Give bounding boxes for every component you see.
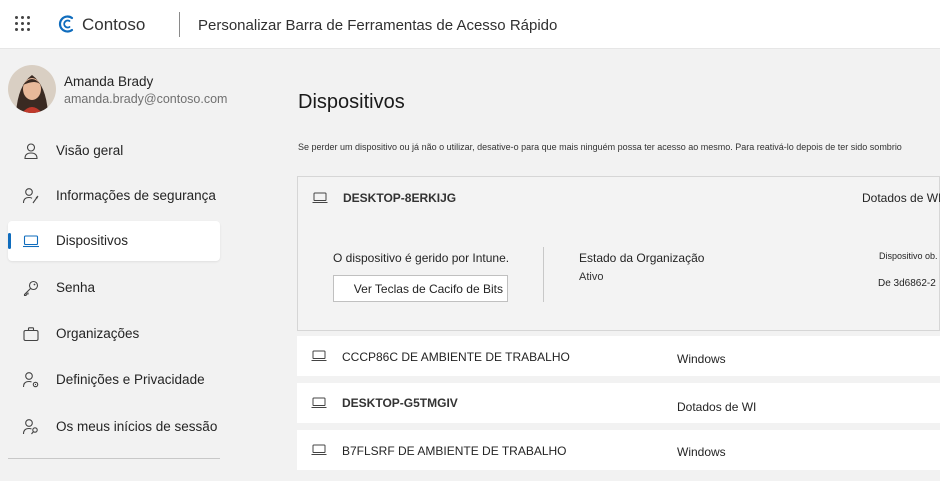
briefcase-icon — [23, 327, 39, 342]
sidebar-item-label: Senha — [56, 280, 96, 295]
person-settings-icon — [22, 372, 39, 388]
sidebar-item-label: Os meus inícios de sessão — [56, 419, 218, 434]
device-id-value: De 3d6862-2 — [878, 278, 936, 289]
device-card[interactable]: B7FLSRF DE AMBIENTE DE TRABALHO Windows — [297, 430, 940, 470]
device-card[interactable]: DESKTOP-G5TMGIV Dotados de WI — [297, 383, 940, 423]
app-launcher-icon[interactable] — [15, 16, 31, 32]
device-name: CCCP86C DE AMBIENTE DE TRABALHO — [342, 350, 570, 364]
key-icon — [23, 280, 39, 297]
device-name: B7FLSRF DE AMBIENTE DE TRABALHO — [342, 444, 567, 458]
sidebar-item-organizations[interactable]: Organizações — [8, 314, 220, 354]
contoso-logo-icon — [58, 15, 74, 33]
org-state-value: Ativo — [579, 271, 604, 283]
sidebar-item-label: Dispositivos — [56, 233, 129, 248]
sidebar-divider — [8, 458, 220, 459]
person-icon — [24, 143, 38, 160]
device-card[interactable]: CCCP86C DE AMBIENTE DE TRABALHO Windows — [297, 336, 940, 376]
sidebar-item-settings-privacy[interactable]: Definições e Privacidade — [8, 360, 220, 400]
user-name: Amanda Brady — [64, 74, 154, 89]
sidebar-item-my-sign-ins[interactable]: Os meus inícios de sessão — [8, 407, 220, 447]
laptop-icon — [311, 397, 327, 408]
person-key-icon — [22, 188, 39, 204]
sidebar-item-label: Organizações — [56, 326, 140, 341]
sidebar-item-label: Informações de segurança — [56, 188, 216, 203]
device-name: DESKTOP-G5TMGIV — [342, 396, 458, 410]
device-id-label: Dispositivo ob. — [879, 251, 938, 261]
device-type: Dotados de WI — [677, 400, 757, 414]
header-title: Personalizar Barra de Ferramentas de Ace… — [198, 17, 558, 34]
sidebar-item-label: Visão geral — [56, 143, 124, 158]
view-bitlocker-keys-button[interactable]: Ver Teclas de Cacifo de Bits — [333, 275, 508, 302]
user-email: amanda.brady@contoso.com — [64, 92, 228, 106]
device-type: Dotados de WI — [862, 191, 940, 205]
device-type: Windows — [677, 352, 726, 366]
laptop-icon — [311, 350, 327, 361]
managed-by-label: O dispositivo é gerido por Intune. — [333, 251, 510, 265]
brand-name: Contoso — [82, 15, 146, 34]
active-indicator — [8, 233, 11, 249]
sidebar-item-overview[interactable]: Visão geral — [8, 131, 220, 171]
avatar[interactable] — [8, 65, 56, 113]
laptop-icon — [311, 444, 327, 455]
header-divider — [179, 12, 180, 37]
laptop-icon — [23, 235, 39, 248]
details-divider — [543, 247, 544, 302]
sidebar-item-label: Definições e Privacidade — [56, 372, 205, 387]
top-bar: Contoso Personalizar Barra de Ferramenta… — [0, 0, 940, 49]
page-title: Dispositivos — [298, 91, 405, 113]
org-state-label: Estado da Organização — [579, 251, 705, 265]
device-name: DESKTOP-8ERKIJG — [343, 191, 457, 205]
sidebar-item-security-info[interactable]: Informações de segurança — [8, 176, 220, 216]
laptop-icon — [312, 192, 328, 203]
device-type: Windows — [677, 445, 726, 459]
page-description: Se perder um dispositivo ou já não o uti… — [298, 142, 902, 152]
sidebar-item-devices[interactable]: Dispositivos — [8, 221, 220, 261]
device-card-expanded[interactable]: DESKTOP-8ERKIJG Dotados de WI O disposit… — [297, 176, 940, 331]
person-lock-icon — [22, 419, 38, 435]
sidebar-item-password[interactable]: Senha — [8, 268, 220, 308]
sidebar: Amanda Brady amanda.brady@contoso.com Vi… — [0, 49, 238, 481]
